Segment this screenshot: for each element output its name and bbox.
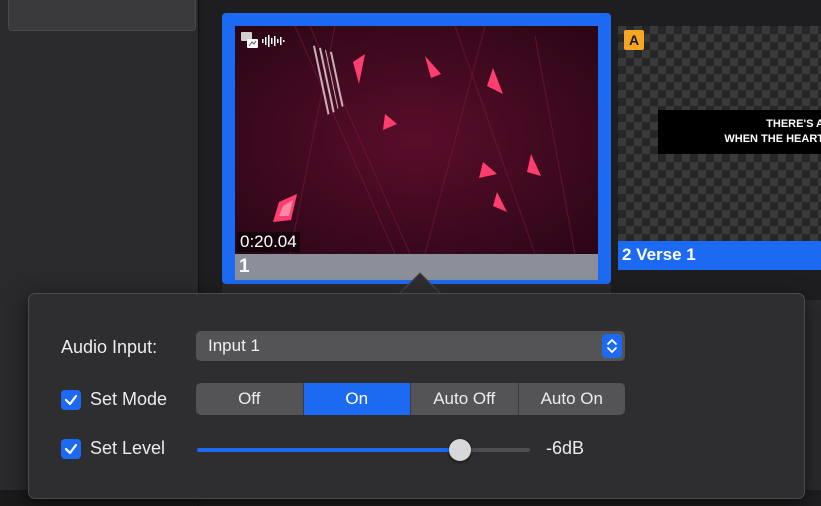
media-icons [238, 29, 302, 53]
sidebar-field[interactable] [8, 0, 196, 31]
set-mode-checkbox[interactable] [61, 390, 81, 410]
level-slider-fill [197, 448, 461, 452]
slide-1-thumbnail: 0:20.04 [235, 26, 598, 254]
set-level-checkbox[interactable] [61, 439, 81, 459]
checkmark-icon [64, 394, 78, 406]
slide-2-badge: A [624, 30, 644, 50]
level-slider[interactable] [197, 439, 530, 461]
stepper-chevrons-icon[interactable] [602, 334, 622, 358]
slide-1[interactable]: 0:20.04 1 [222, 13, 611, 284]
audio-input-label: Audio Input: [61, 337, 158, 357]
slide-1-timecode: 0:20.04 [237, 232, 300, 252]
slide-1-number: 1 [239, 256, 250, 277]
video-background-art [235, 26, 598, 254]
mode-segmented-control[interactable]: Off On Auto Off Auto On [196, 383, 625, 415]
set-mode-label: Set Mode [90, 389, 168, 409]
mode-option-on[interactable]: On [303, 383, 411, 415]
audio-input-select[interactable]: Input 1 [196, 331, 625, 361]
popover-arrow [399, 272, 441, 294]
audio-input-value: Input 1 [208, 336, 260, 355]
mode-option-auto-off[interactable]: Auto Off [411, 383, 519, 415]
set-level-label: Set Level [90, 438, 166, 458]
slide-3-edge [804, 300, 821, 490]
level-value: -6dB [546, 438, 585, 458]
lyric-line-1: THERE'S A [766, 118, 821, 130]
level-slider-knob[interactable] [449, 439, 472, 461]
slide-2[interactable]: A THERE'S A WHEN THE HEART 2 Verse 1 [618, 26, 821, 270]
slide-2-label: 2 Verse 1 [622, 245, 696, 264]
lyric-line-2: WHEN THE HEART [724, 133, 821, 145]
audio-waveform-icon [262, 35, 285, 47]
mode-option-off[interactable]: Off [196, 383, 304, 415]
slide-2-lyric-preview: THERE'S A WHEN THE HEART [658, 110, 821, 154]
checkmark-icon [64, 443, 78, 455]
mode-option-auto-on[interactable]: Auto On [519, 383, 626, 415]
slide-2-caption: 2 Verse 1 [618, 241, 821, 270]
